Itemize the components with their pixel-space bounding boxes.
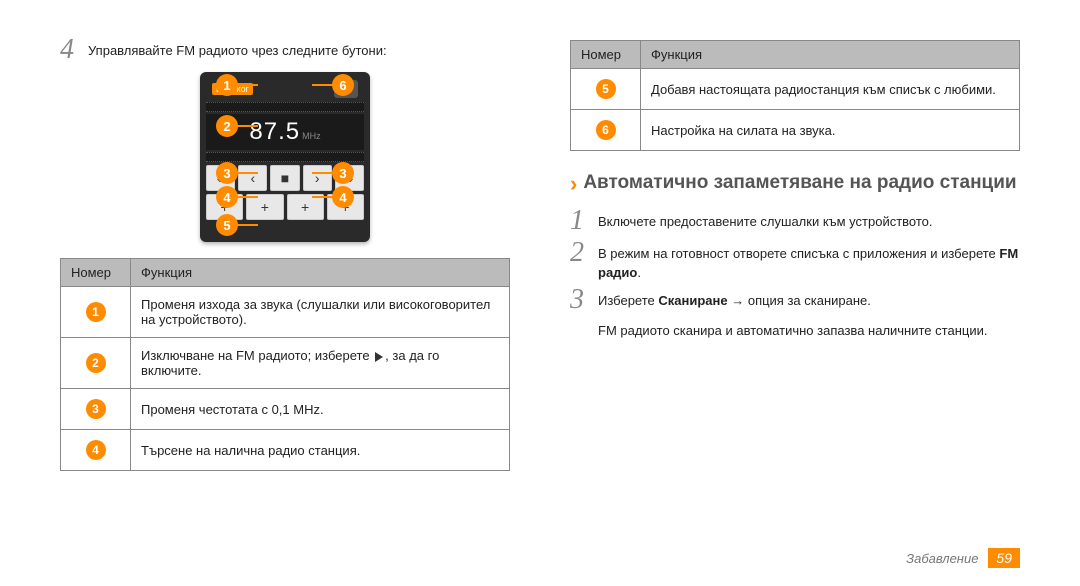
page-number: 59: [988, 548, 1020, 568]
callout-3-right: 3: [332, 162, 354, 184]
callout-4-right: 4: [332, 186, 354, 208]
stop: ■: [270, 165, 299, 191]
table-header-row: Номер Функция: [61, 259, 510, 287]
step-3: 3 Изберете Сканиране → опция за сканиран…: [570, 290, 1020, 314]
col-number: Номер: [61, 259, 131, 287]
table-header-row: Номер Функция: [571, 41, 1020, 69]
func-4: Търсене на налична радио станция.: [131, 430, 510, 471]
bullet-4: 4: [86, 440, 106, 460]
callout-line: [236, 125, 258, 127]
table-row: 1 Променя изхода за звука (слушалки или …: [61, 287, 510, 338]
step-text: Изберете Сканиране → опция за сканиране.: [598, 290, 871, 310]
callout-line: [236, 196, 258, 198]
table-row: 3 Променя честотата с 0,1 MHz.: [61, 389, 510, 430]
step-number: 1: [570, 207, 598, 235]
footer-section: Забавление: [906, 551, 978, 566]
step-1: 1 Включете предоставените слушалки към у…: [570, 211, 1020, 235]
section-heading: › Автоматично запаметяване на радио стан…: [570, 171, 1020, 197]
col-number: Номер: [571, 41, 641, 69]
radio-diagram: Високог 🔊 87.5MHz « ‹ ■ › » + +: [60, 72, 510, 242]
table-row: 4 Търсене на налична радио станция.: [61, 430, 510, 471]
step-text: Включете предоставените слушалки към уст…: [598, 211, 933, 231]
table-row: 2 Изключване на FM радиото; изберете , з…: [61, 338, 510, 389]
step-number: 4: [60, 36, 88, 64]
step-number: 3: [570, 286, 598, 314]
step-2: 2 В режим на готовност отворете списъка …: [570, 243, 1020, 281]
callout-3-left: 3: [216, 162, 238, 184]
col-function: Функция: [131, 259, 510, 287]
function-table-right: Номер Функция 5 Добавя настоящата радиос…: [570, 40, 1020, 151]
bullet-1: 1: [86, 302, 106, 322]
callout-4-left: 4: [216, 186, 238, 208]
func-2: Изключване на FM радиото; изберете , за …: [131, 338, 510, 389]
right-column: Номер Функция 5 Добавя настоящата радиос…: [570, 40, 1020, 471]
callout-line: [236, 172, 258, 174]
callout-6: 6: [332, 74, 354, 96]
page-footer: Забавление 59: [906, 548, 1020, 568]
radio-scale-2: [206, 152, 364, 162]
play-icon: [375, 352, 383, 362]
col-function: Функция: [641, 41, 1020, 69]
left-column: 4 Управлявайте FM радиото чрез следните …: [60, 40, 510, 471]
func-3: Променя честотата с 0,1 MHz.: [131, 389, 510, 430]
func-5: Добавя настоящата радиостанция към списъ…: [641, 69, 1020, 110]
bullet-6: 6: [596, 120, 616, 140]
seek-right: ›: [303, 165, 332, 191]
step-text: В режим на готовност отворете списъка с …: [598, 243, 1020, 281]
callout-line: [312, 84, 334, 86]
step-number: 2: [570, 239, 598, 267]
callout-line: [312, 196, 334, 198]
table-row: 6 Настройка на силата на звука.: [571, 110, 1020, 151]
callout-5: 5: [216, 214, 238, 236]
radio-scale: [206, 102, 364, 112]
callout-1: 1: [216, 74, 238, 96]
chevron-icon: ›: [570, 171, 577, 197]
function-table-left: Номер Функция 1 Променя изхода за звука …: [60, 258, 510, 471]
bullet-2: 2: [86, 353, 106, 373]
callout-2: 2: [216, 115, 238, 137]
callout-line: [312, 172, 334, 174]
bullet-3: 3: [86, 399, 106, 419]
func-6: Настройка на силата на звука.: [641, 110, 1020, 151]
table-row: 5 Добавя настоящата радиостанция към спи…: [571, 69, 1020, 110]
callout-line: [236, 84, 258, 86]
section-title: Автоматично запаметяване на радио станци…: [583, 171, 1016, 195]
callout-line: [236, 224, 258, 226]
seek-left: ‹: [238, 165, 267, 191]
bullet-5: 5: [596, 79, 616, 99]
func-1: Променя изхода за звука (слушалки или ви…: [131, 287, 510, 338]
step-note: FM радиото сканира и автоматично запазва…: [598, 322, 1020, 340]
step-text: Управлявайте FM радиото чрез следните бу…: [88, 40, 387, 60]
step-4: 4 Управлявайте FM радиото чрез следните …: [60, 40, 510, 64]
